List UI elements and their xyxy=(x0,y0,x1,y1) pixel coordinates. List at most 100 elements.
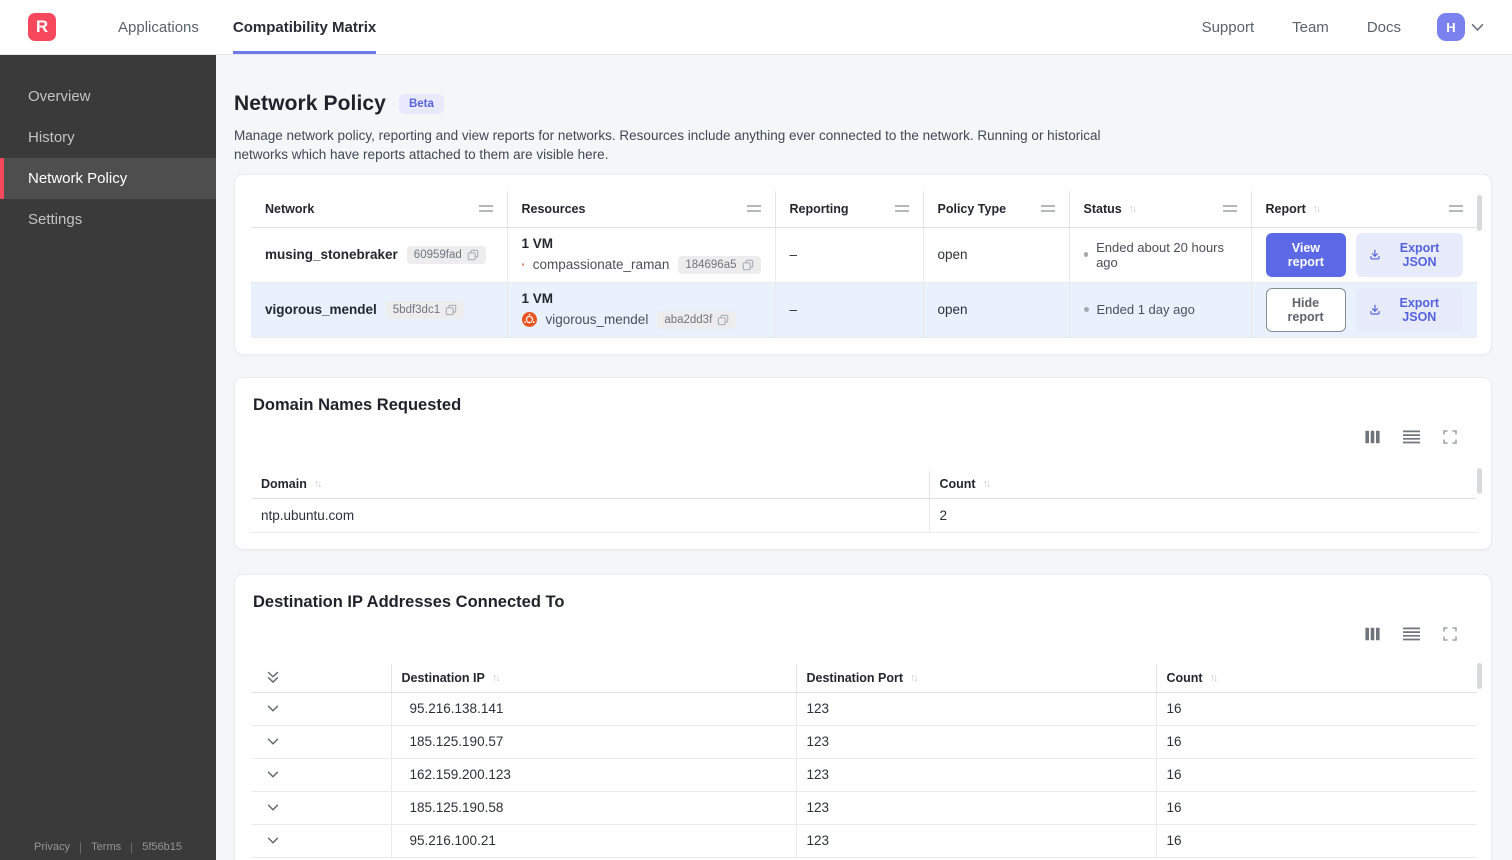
expand-cell xyxy=(251,824,392,858)
columns-icon[interactable] xyxy=(1365,627,1380,641)
copy-icon[interactable] xyxy=(717,314,729,326)
app-logo[interactable]: R xyxy=(28,13,56,41)
avatar[interactable]: H xyxy=(1437,13,1465,41)
column-header-count[interactable]: Count ↑↓ xyxy=(1156,664,1477,693)
network-id-badge[interactable]: 60959fad xyxy=(406,245,486,264)
column-header-destination-port[interactable]: Destination Port ↑↓ xyxy=(796,664,1157,693)
user-menu[interactable]: H xyxy=(1437,13,1484,41)
chevron-down-icon[interactable] xyxy=(267,804,279,812)
column-header-count[interactable]: Count ↑↓ xyxy=(929,470,1477,499)
fullscreen-tool-button[interactable] xyxy=(1443,429,1457,444)
destination-row[interactable]: 95.216.138.141 123 16 xyxy=(251,692,1477,726)
destination-ip-cell: 95.216.100.21 xyxy=(391,824,797,858)
destination-row[interactable]: 95.216.100.21 123 16 xyxy=(251,824,1477,858)
sidebar-item-settings[interactable]: Settings xyxy=(0,199,216,240)
page-description: Manage network policy, reporting and vie… xyxy=(234,128,1101,162)
chevron-down-icon[interactable] xyxy=(267,738,279,746)
resource-id-badge[interactable]: aba2dd3f xyxy=(657,310,737,329)
column-resize-handle[interactable] xyxy=(1222,205,1237,213)
destination-row[interactable]: 162.159.200.123 123 16 xyxy=(251,758,1477,792)
copy-icon[interactable] xyxy=(445,304,457,316)
fullscreen-tool-button[interactable] xyxy=(1443,627,1457,641)
sort-icon[interactable]: ↑↓ xyxy=(314,478,322,490)
network-id-badge[interactable]: 5bdf3dc1 xyxy=(385,300,465,319)
domain-row[interactable]: ntp.ubuntu.com 2 xyxy=(251,498,1477,533)
privacy-link[interactable]: Privacy xyxy=(34,841,70,853)
row-expander[interactable] xyxy=(261,837,279,845)
sort-icon[interactable]: ↑↓ xyxy=(1129,203,1137,215)
expand-all-header[interactable] xyxy=(251,664,392,693)
table-scrollbar-thumb[interactable] xyxy=(1477,195,1482,231)
column-header-report[interactable]: Report ↑↓ xyxy=(1251,191,1477,228)
export-json-button[interactable]: Export JSON xyxy=(1356,232,1463,277)
sort-icon[interactable]: ↑↓ xyxy=(1313,203,1321,215)
table-scrollbar-thumb[interactable] xyxy=(1477,663,1482,689)
column-header-status[interactable]: Status ↑↓ xyxy=(1069,191,1252,228)
nav-link-support[interactable]: Support xyxy=(1202,19,1255,36)
network-id: 60959fad xyxy=(413,248,462,261)
column-header-policy-type[interactable]: Policy Type xyxy=(923,191,1070,228)
nav-link-docs[interactable]: Docs xyxy=(1367,19,1401,36)
sidebar-item-network-policy[interactable]: Network Policy xyxy=(0,158,216,199)
chevron-down-icon[interactable] xyxy=(267,837,279,845)
count-cell: 16 xyxy=(1156,791,1477,825)
column-header-resources[interactable]: Resources xyxy=(507,191,776,228)
top-navigation: R Applications Compatibility Matrix Suppo… xyxy=(0,0,1512,55)
row-expander[interactable] xyxy=(261,771,279,779)
hide-report-button[interactable]: Hide report xyxy=(1265,287,1346,332)
destination-row[interactable]: 185.125.190.58 123 16 xyxy=(251,791,1477,825)
chevron-down-icon[interactable] xyxy=(267,705,279,713)
rows-icon[interactable] xyxy=(1403,627,1420,641)
report-cell: Hide report Export JSON xyxy=(1251,282,1477,338)
nav-tab-applications[interactable]: Applications xyxy=(118,0,199,54)
chevron-down-icon[interactable] xyxy=(267,771,279,779)
column-resize-handle[interactable] xyxy=(1449,205,1463,213)
sort-icon[interactable]: ↑↓ xyxy=(492,672,500,684)
column-resize-handle[interactable] xyxy=(894,205,909,213)
column-header-destination-ip[interactable]: Destination IP ↑↓ xyxy=(391,664,797,693)
export-json-label: Export JSON xyxy=(1399,295,1440,324)
row-expander[interactable] xyxy=(261,705,279,713)
column-resize-handle[interactable] xyxy=(478,205,493,213)
row-expander[interactable] xyxy=(261,804,279,812)
sidebar-item-history[interactable]: History xyxy=(0,117,216,158)
copy-icon[interactable] xyxy=(742,259,754,271)
columns-icon[interactable] xyxy=(1365,430,1380,444)
fullscreen-icon[interactable] xyxy=(1443,429,1457,444)
columns-tool-button[interactable] xyxy=(1365,627,1380,641)
column-resize-handle[interactable] xyxy=(746,205,761,213)
network-row[interactable]: musing_stonebraker 60959fad 1 VM compassion… xyxy=(251,227,1477,283)
table-scrollbar-thumb[interactable] xyxy=(1477,467,1482,494)
fullscreen-icon[interactable] xyxy=(1443,627,1457,641)
resource-id: aba2dd3f xyxy=(664,313,713,326)
resource-name: vigorous_mendel xyxy=(545,312,649,327)
nav-link-team[interactable]: Team xyxy=(1292,19,1329,36)
sidebar: Overview History Network Policy Settings Pr… xyxy=(0,55,216,860)
sort-icon[interactable]: ↑↓ xyxy=(1210,672,1218,684)
column-header-domain[interactable]: Domain ↑↓ xyxy=(251,470,930,499)
network-row[interactable]: vigorous_mendel 5bdf3dc1 1 VM vigorous_mend… xyxy=(251,282,1477,338)
copy-icon[interactable] xyxy=(467,249,479,261)
terms-link[interactable]: Terms xyxy=(91,841,121,853)
sidebar-item-overview[interactable]: Overview xyxy=(0,76,216,117)
resource-id-badge[interactable]: 184696a5 xyxy=(678,255,761,274)
rows-icon[interactable] xyxy=(1403,430,1420,444)
double-chevron-down-icon[interactable] xyxy=(267,671,279,684)
rows-tool-button[interactable] xyxy=(1403,627,1420,641)
export-json-button[interactable]: Export JSON xyxy=(1355,287,1463,332)
destination-row[interactable]: 185.125.190.57 123 16 xyxy=(251,725,1477,759)
columns-tool-button[interactable] xyxy=(1365,430,1380,444)
sort-icon[interactable]: ↑↓ xyxy=(983,478,991,490)
chevron-down-icon[interactable] xyxy=(1471,23,1484,32)
column-header-network[interactable]: Network xyxy=(251,191,508,228)
column-header-reporting[interactable]: Reporting xyxy=(775,191,924,228)
view-report-button[interactable]: View report xyxy=(1265,232,1347,277)
destination-ip-cell: 95.216.138.141 xyxy=(391,692,797,726)
resources-cell: 1 VM compassionate_raman 184696a5 xyxy=(507,227,776,283)
sort-icon[interactable]: ↑↓ xyxy=(910,672,918,684)
nav-tab-compatibility-matrix[interactable]: Compatibility Matrix xyxy=(232,0,377,54)
page-title: Network Policy xyxy=(234,92,386,115)
rows-tool-button[interactable] xyxy=(1403,430,1420,444)
column-resize-handle[interactable] xyxy=(1040,205,1055,213)
row-expander[interactable] xyxy=(261,738,279,746)
